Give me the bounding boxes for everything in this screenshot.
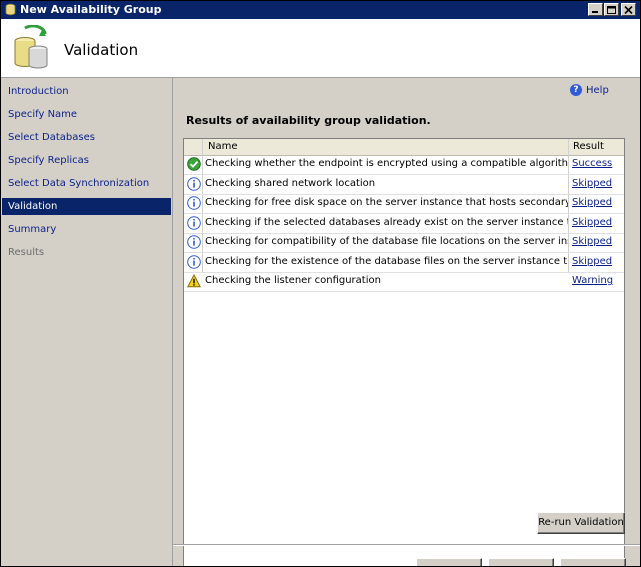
results-heading: Results of availability group validation…: [186, 114, 431, 127]
divider: [173, 545, 640, 546]
nav-item-results: Results: [8, 247, 45, 258]
table-row[interactable]: Checking if the selected databases alrea…: [184, 214, 624, 234]
nav-item-introduction[interactable]: Introduction: [2, 83, 171, 100]
result-link[interactable]: Skipped: [572, 178, 612, 189]
table-row[interactable]: Checking for free disk space on the serv…: [184, 194, 624, 214]
help-link[interactable]: ? Help: [570, 84, 609, 96]
page-header: Validation: [1, 19, 640, 78]
app-icon: [5, 3, 16, 16]
nav-item-summary[interactable]: Summary: [2, 221, 171, 238]
maximize-button[interactable]: [604, 3, 619, 16]
table-row[interactable]: Checking for compatibility of the databa…: [184, 233, 624, 253]
wizard-nav: Introduction Specify Name Select Databas…: [1, 78, 173, 566]
help-label: Help: [586, 85, 609, 96]
nav-item-specify-replicas[interactable]: Specify Replicas: [2, 152, 171, 169]
rerun-validation-button[interactable]: Re-run Validation: [537, 512, 625, 534]
wizard-window: New Availability Group Validation Introd…: [0, 0, 641, 567]
info-icon: [187, 235, 201, 249]
page-title: Validation: [64, 41, 139, 59]
table-row[interactable]: Checking the listener configuration Warn…: [184, 272, 624, 292]
row-name: Checking if the selected databases alrea…: [205, 217, 568, 228]
window-title: New Availability Group: [20, 3, 162, 16]
next-button[interactable]: [488, 558, 554, 566]
row-name: Checking whether the endpoint is encrypt…: [205, 158, 568, 169]
info-icon: [187, 177, 201, 191]
main-panel: ? Help Results of availability group val…: [173, 78, 640, 566]
nav-item-validation[interactable]: Validation: [2, 198, 171, 215]
result-link[interactable]: Warning: [572, 275, 613, 286]
result-link[interactable]: Skipped: [572, 197, 612, 208]
info-icon: [187, 216, 201, 230]
close-button[interactable]: [621, 3, 636, 16]
row-name: Checking shared network location: [205, 178, 376, 189]
warning-icon: [187, 274, 201, 288]
result-link[interactable]: Success: [572, 158, 612, 169]
result-link[interactable]: Skipped: [572, 217, 612, 228]
nav-item-specify-name[interactable]: Specify Name: [2, 106, 171, 123]
help-icon: ?: [570, 84, 582, 96]
info-icon: [187, 196, 201, 210]
previous-button[interactable]: [416, 558, 482, 566]
grid-header: Name Result: [184, 139, 624, 156]
row-name: Checking the listener configuration: [205, 275, 381, 286]
table-row[interactable]: Checking whether the endpoint is encrypt…: [184, 155, 624, 175]
column-header-name[interactable]: Name: [208, 141, 238, 152]
column-header-result[interactable]: Result: [573, 141, 604, 152]
row-name: Checking for the existence of the databa…: [205, 256, 568, 267]
maximize-icon: [607, 6, 616, 14]
close-icon: [624, 6, 633, 14]
nav-item-select-data-synchronization[interactable]: Select Data Synchronization: [2, 175, 171, 192]
validation-results-grid[interactable]: Name Result Checking whether the endpoin…: [183, 138, 625, 566]
minimize-button[interactable]: [588, 3, 603, 16]
table-row[interactable]: Checking shared network location Skipped: [184, 175, 624, 195]
table-row[interactable]: Checking for the existence of the databa…: [184, 253, 624, 273]
cancel-button[interactable]: [560, 558, 626, 566]
row-name: Checking for compatibility of the databa…: [205, 236, 568, 247]
result-link[interactable]: Skipped: [572, 256, 612, 267]
row-name: Checking for free disk space on the serv…: [205, 197, 568, 208]
success-icon: [187, 157, 201, 171]
info-icon: [187, 255, 201, 269]
title-bar[interactable]: New Availability Group: [1, 1, 640, 19]
result-link[interactable]: Skipped: [572, 236, 612, 247]
database-group-icon: [14, 25, 48, 69]
nav-item-select-databases[interactable]: Select Databases: [2, 129, 171, 146]
minimize-icon: [592, 11, 598, 13]
